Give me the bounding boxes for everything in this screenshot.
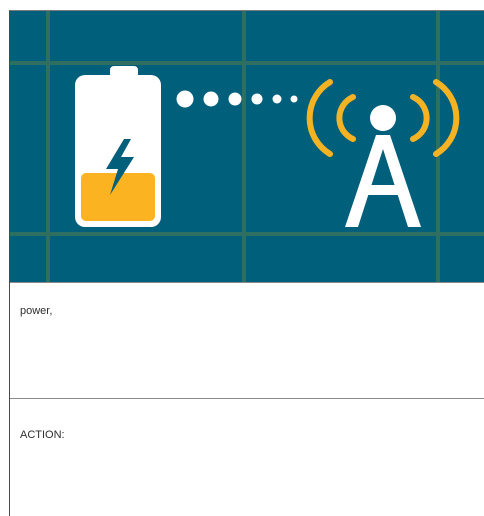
content-card: power, ACTION:	[9, 10, 484, 516]
power-label: power,	[20, 305, 53, 317]
power-section: power,	[10, 282, 484, 398]
action-section: ACTION:	[10, 398, 484, 516]
dotted-signal-icon	[176, 90, 298, 108]
battery-icon	[75, 66, 161, 227]
hero-illustration	[10, 11, 484, 282]
cell-tower-icon	[345, 105, 421, 227]
action-label: ACTION:	[20, 429, 65, 441]
